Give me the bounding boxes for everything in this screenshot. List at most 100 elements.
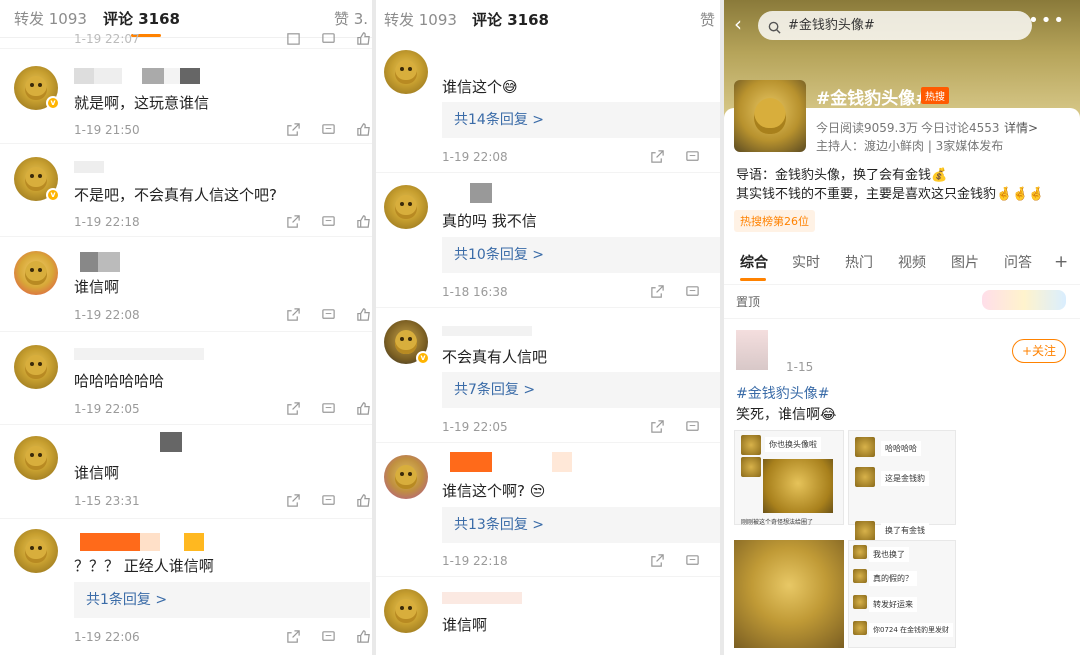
chat-bubble: 你也换头像啦: [765, 437, 821, 452]
share-icon[interactable]: [650, 419, 665, 433]
divider: [376, 172, 720, 173]
comment-time: 1-19 22:18: [74, 215, 140, 229]
comment-icon[interactable]: [321, 307, 336, 321]
post-avatar[interactable]: [736, 330, 768, 370]
username[interactable]: [442, 326, 532, 342]
tab-all[interactable]: 综合: [740, 252, 768, 272]
comment-icon[interactable]: [321, 493, 336, 507]
share-icon[interactable]: [286, 629, 301, 643]
reply-count-link[interactable]: 共14条回复 >: [442, 102, 720, 138]
avatar[interactable]: [384, 50, 428, 94]
comment-icon[interactable]: [685, 284, 700, 298]
chat-bubble: 哈哈哈哈: [881, 441, 921, 456]
comment-time: 1-19 22:08: [442, 150, 508, 164]
share-icon[interactable]: [286, 122, 301, 136]
pinned-label: 置顶: [736, 295, 761, 309]
post-image-1[interactable]: 你也换头像啦 刚刚被这个奇怪想法给圈了: [734, 430, 844, 526]
username[interactable]: [74, 348, 204, 364]
comment-time: 1-19 22:07: [74, 32, 140, 46]
like-icon[interactable]: [356, 122, 371, 136]
username[interactable]: [160, 432, 182, 452]
comment-icon[interactable]: [321, 214, 336, 228]
username[interactable]: [74, 68, 200, 84]
post-image-2[interactable]: 哈哈哈哈 这是金钱豹 换了有金钱: [848, 430, 956, 541]
share-icon[interactable]: [650, 284, 665, 298]
reply-count-link[interactable]: 共7条回复 >: [442, 372, 720, 408]
tab-likes[interactable]: 赞 3.: [334, 8, 368, 29]
tab-hot[interactable]: 热门: [845, 252, 873, 272]
username[interactable]: [80, 533, 204, 551]
share-icon[interactable]: [286, 31, 301, 45]
chat-bubble: 我也换了: [869, 547, 909, 562]
post-image-4[interactable]: 我也换了 真的假的？ 转发好运来 你0724 在金钱豹里发财: [848, 540, 956, 648]
search-input[interactable]: #金钱豹头像#: [758, 11, 1032, 40]
comment-icon[interactable]: [321, 31, 336, 45]
avatar[interactable]: [384, 589, 428, 633]
tab-video[interactable]: 视频: [898, 252, 926, 272]
like-icon[interactable]: [356, 31, 371, 45]
comment-text: 哈哈哈哈哈哈: [74, 372, 165, 390]
comment-time: 1-19 22:05: [74, 402, 140, 416]
details-link[interactable]: 详情>: [1004, 119, 1038, 136]
tab-realtime[interactable]: 实时: [792, 252, 820, 272]
username[interactable]: [442, 592, 522, 608]
share-icon[interactable]: [286, 493, 301, 507]
avatar[interactable]: [384, 455, 428, 499]
chat-caption: 刚刚被这个奇怪想法给圈了: [741, 519, 814, 526]
like-icon[interactable]: [356, 493, 371, 507]
share-icon[interactable]: [286, 401, 301, 415]
more-icon[interactable]: •••: [1028, 10, 1066, 31]
username[interactable]: [80, 252, 120, 272]
comment-icon[interactable]: [685, 553, 700, 567]
chat-bubble: 换了有金钱: [881, 523, 929, 538]
comment-time: 1-19 22:18: [442, 554, 508, 568]
topic-intro: 导语：金钱豹头像，换了会有金钱💰: [736, 168, 948, 183]
share-icon[interactable]: [286, 214, 301, 228]
post-image-3[interactable]: [734, 540, 844, 648]
topic-image: [734, 80, 806, 152]
tab-comments[interactable]: 评论 3168: [103, 8, 180, 37]
tab-qa[interactable]: 问答: [1004, 252, 1032, 272]
username[interactable]: [74, 161, 104, 177]
search-icon: [768, 19, 781, 38]
comment-actions: [650, 553, 720, 567]
hot-rank-badge[interactable]: 热搜榜第26位: [734, 210, 815, 232]
tab-images[interactable]: 图片: [951, 252, 979, 272]
comment-actions: [650, 149, 720, 163]
share-icon[interactable]: [650, 149, 665, 163]
tab-comments[interactable]: 评论 3168: [472, 9, 549, 30]
avatar[interactable]: [14, 251, 58, 295]
comment-time: 1-19 22:08: [74, 308, 140, 322]
comment-icon[interactable]: [321, 629, 336, 643]
comment-icon[interactable]: [321, 122, 336, 136]
comment-icon[interactable]: [685, 419, 700, 433]
follow-button[interactable]: +关注: [1012, 339, 1066, 363]
tab-repost[interactable]: 转发 1093: [14, 8, 87, 29]
chat-bubble: 你0724 在金钱豹里发财: [869, 623, 954, 637]
avatar[interactable]: [14, 436, 58, 480]
comment-icon[interactable]: [685, 149, 700, 163]
avatar[interactable]: [384, 185, 428, 229]
reply-count-link[interactable]: 共10条回复 >: [442, 237, 720, 273]
add-tab-icon[interactable]: +: [1054, 252, 1068, 272]
share-icon[interactable]: [286, 307, 301, 321]
like-icon[interactable]: [356, 629, 371, 643]
like-icon[interactable]: [356, 401, 371, 415]
host-info: 主持人：渡边小鲜肉 | 3家媒体发布: [816, 139, 1004, 153]
comment-icon[interactable]: [321, 401, 336, 415]
avatar[interactable]: [14, 345, 58, 389]
username[interactable]: [470, 183, 492, 203]
reply-count-link[interactable]: 共1条回复 >: [74, 582, 370, 618]
like-icon[interactable]: [356, 307, 371, 321]
like-icon[interactable]: [356, 214, 371, 228]
divider: [0, 518, 372, 519]
share-icon[interactable]: [650, 553, 665, 567]
tab-repost[interactable]: 转发 1093: [384, 9, 457, 30]
post-hashtag[interactable]: #金钱豹头像#: [736, 383, 829, 403]
username[interactable]: [450, 452, 572, 472]
avatar[interactable]: [14, 529, 58, 573]
reply-count-link[interactable]: 共13条回复 >: [442, 507, 720, 543]
comment-text: 谁信这个啊? 😒: [442, 482, 546, 500]
tab-likes[interactable]: 赞: [700, 9, 715, 30]
back-icon[interactable]: ‹: [734, 13, 742, 35]
